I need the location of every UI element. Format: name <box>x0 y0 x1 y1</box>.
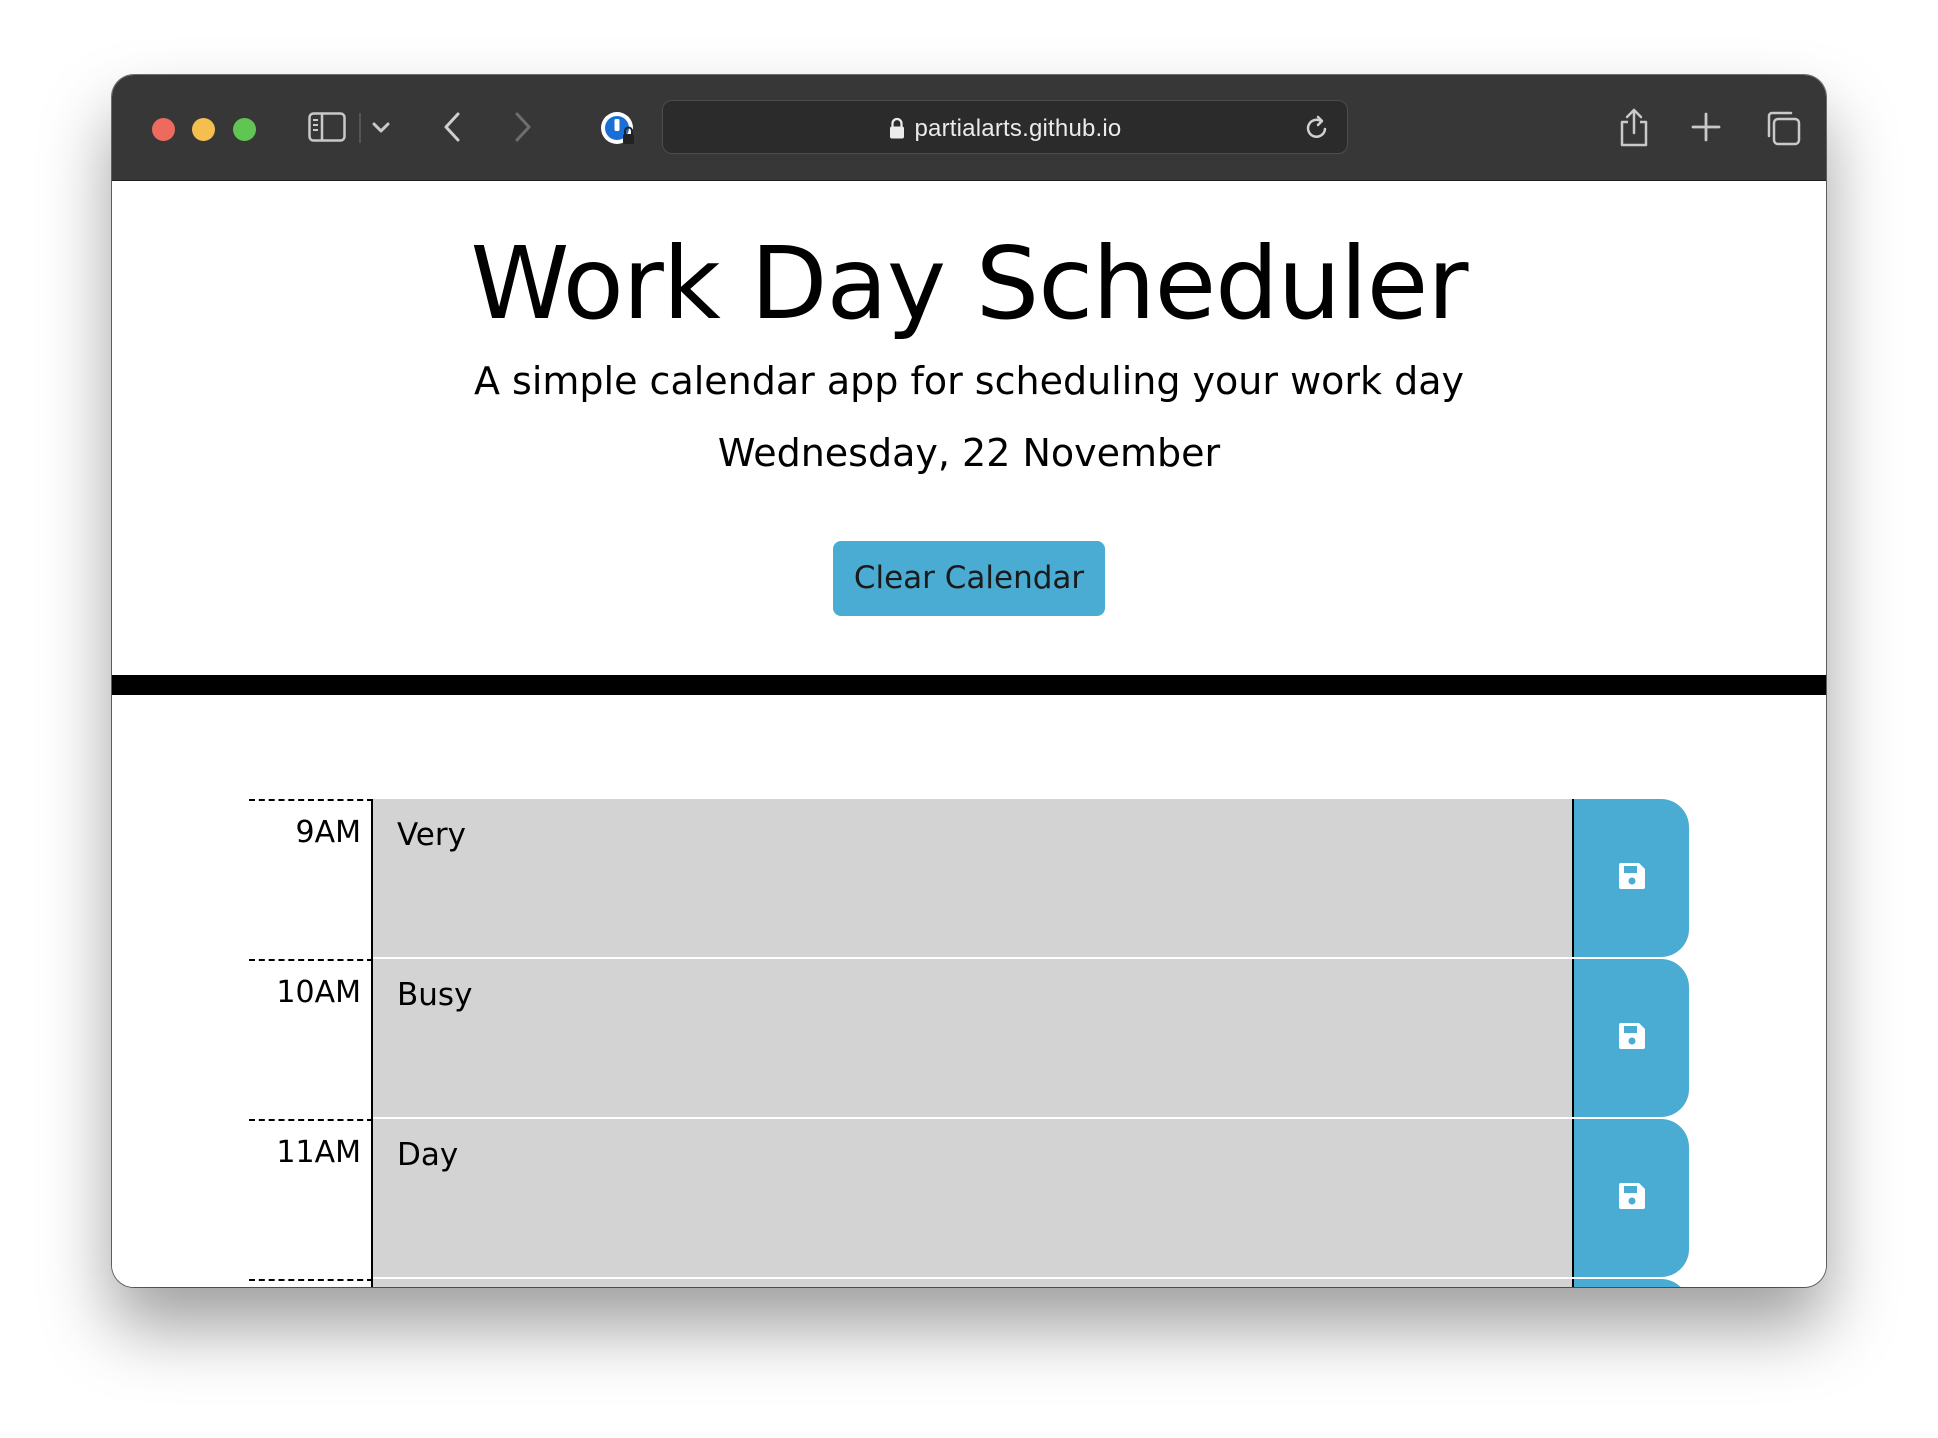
header-jumbotron: Work Day Scheduler A simple calendar app… <box>112 181 1826 681</box>
close-window-button[interactable] <box>152 118 175 141</box>
toolbar-separator <box>359 113 361 143</box>
page-content: Work Day Scheduler A simple calendar app… <box>112 181 1826 1287</box>
description-textarea[interactable]: Day <box>373 1119 1572 1279</box>
hour-label: 10AM <box>276 975 361 1010</box>
current-day: Wednesday, 22 November <box>717 431 1221 475</box>
hour-label: 11AM <box>276 1135 361 1170</box>
address-bar[interactable]: partialarts.github.io <box>662 100 1348 154</box>
url-label: partialarts.github.io <box>914 115 1122 142</box>
description-textarea[interactable] <box>373 1279 1572 1287</box>
save-icon <box>1618 862 1646 894</box>
save-icon <box>1618 1022 1646 1054</box>
url-text: partialarts.github.io <box>663 115 1347 146</box>
save-button[interactable] <box>1572 1279 1689 1287</box>
page-lead: A simple calendar app for scheduling you… <box>473 359 1465 403</box>
reload-icon[interactable] <box>1303 113 1331 143</box>
forward-icon[interactable] <box>508 109 538 145</box>
description-text: Very <box>397 817 466 853</box>
chevron-down-icon[interactable] <box>370 117 392 139</box>
sidebar-toggle-icon[interactable] <box>307 111 347 143</box>
hour-cell: 9AM <box>249 799 373 959</box>
save-button[interactable] <box>1572 1119 1689 1277</box>
lock-icon <box>889 117 905 146</box>
save-icon <box>1618 1182 1646 1214</box>
new-tab-icon[interactable] <box>1690 111 1722 143</box>
description-textarea[interactable]: Very <box>373 799 1572 959</box>
header-divider <box>112 675 1826 695</box>
screenshot-stage: partialarts.github.io Work Day Scheduler… <box>0 0 1938 1438</box>
password-manager-icon[interactable] <box>598 109 638 149</box>
time-block-row: 11AM Day <box>249 1119 1689 1279</box>
hour-cell <box>249 1279 373 1287</box>
save-button[interactable] <box>1572 799 1689 957</box>
time-block-row: 10AM Busy <box>249 959 1689 1119</box>
browser-toolbar: partialarts.github.io <box>112 75 1826 181</box>
share-icon[interactable] <box>1616 105 1652 149</box>
browser-window: partialarts.github.io Work Day Scheduler… <box>112 75 1826 1287</box>
hour-cell: 11AM <box>249 1119 373 1279</box>
description-textarea[interactable]: Busy <box>373 959 1572 1119</box>
tab-overview-icon[interactable] <box>1764 109 1802 147</box>
zoom-window-button[interactable] <box>233 118 256 141</box>
description-text: Busy <box>397 977 473 1013</box>
page-title: Work Day Scheduler <box>470 225 1469 342</box>
time-block-row: 9AM Very <box>249 799 1689 959</box>
description-text: Day <box>397 1137 459 1173</box>
hour-label: 9AM <box>295 815 362 850</box>
time-block-row <box>249 1279 1689 1287</box>
hour-cell: 10AM <box>249 959 373 1119</box>
clear-calendar-button[interactable]: Clear Calendar <box>833 541 1105 616</box>
back-icon[interactable] <box>437 109 467 145</box>
save-button[interactable] <box>1572 959 1689 1117</box>
minimize-window-button[interactable] <box>192 118 215 141</box>
